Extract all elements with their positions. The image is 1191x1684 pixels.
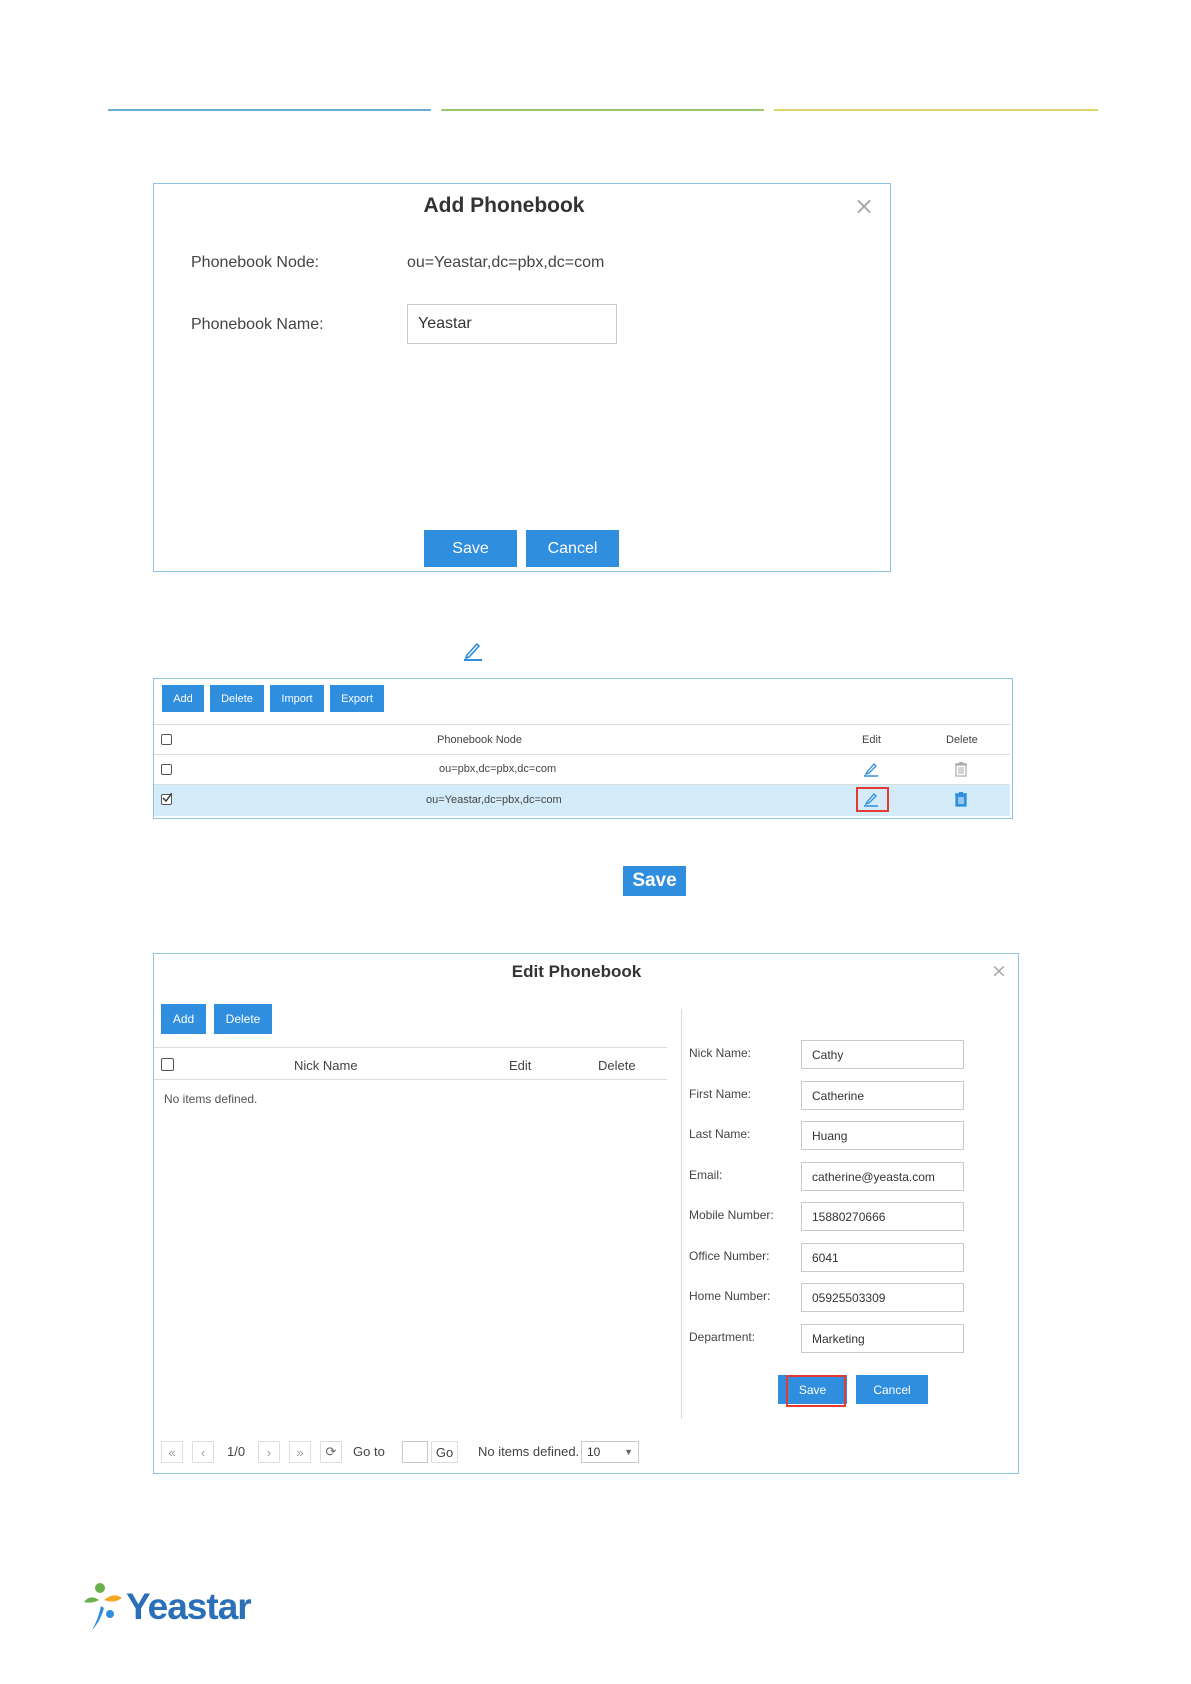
phonebook-node-cell: ou=pbx,dc=pbx,dc=com xyxy=(439,763,557,775)
pane-divider xyxy=(681,1009,682,1419)
delete-button[interactable]: Delete xyxy=(210,685,264,712)
header-divider xyxy=(154,724,1010,725)
first-page-icon[interactable]: « xyxy=(161,1441,183,1463)
page-size-select[interactable]: 10 ▼ xyxy=(581,1441,639,1463)
field-value: catherine@yeasta.com xyxy=(812,1169,935,1184)
brand-name: Yeastar xyxy=(126,1586,252,1627)
header-line-yellow xyxy=(774,109,1098,111)
column-header-edit: Edit xyxy=(862,734,881,746)
page-size-value: 10 xyxy=(587,1445,601,1459)
cancel-button[interactable]: Cancel xyxy=(526,530,619,567)
field-label: First Name: xyxy=(689,1087,752,1101)
list-header-bottom-divider xyxy=(154,1079,667,1080)
import-button[interactable]: Import xyxy=(270,685,324,712)
field-value: Catherine xyxy=(812,1088,865,1103)
save-button[interactable]: Save xyxy=(424,530,517,567)
field-label: Nick Name: xyxy=(689,1046,752,1060)
edit-icon[interactable] xyxy=(863,761,879,777)
phonebook-node-cell: ou=Yeastar,dc=pbx,dc=com xyxy=(426,794,562,806)
refresh-icon[interactable]: ⟳ xyxy=(320,1441,342,1463)
field-input[interactable]: 15880270666 xyxy=(801,1202,964,1231)
page-indicator: 1/0 xyxy=(227,1444,246,1459)
prev-page-icon[interactable]: ‹ xyxy=(192,1441,214,1463)
column-header-nick: Nick Name xyxy=(294,1058,358,1073)
header-line-green xyxy=(441,109,764,111)
phonebook-node-value: ou=Yeastar,dc=pbx,dc=com xyxy=(407,254,605,271)
field-value: Marketing xyxy=(812,1331,865,1346)
select-all-checkbox[interactable] xyxy=(161,734,172,745)
field-label: Home Number: xyxy=(689,1289,771,1303)
close-icon[interactable]: × xyxy=(991,960,1007,982)
chevron-down-icon: ▼ xyxy=(624,1447,633,1457)
add-contact-button[interactable]: Add xyxy=(161,1004,206,1034)
field-value: Huang xyxy=(812,1128,848,1143)
field-label: Last Name: xyxy=(689,1127,751,1141)
goto-page-input[interactable] xyxy=(402,1441,428,1463)
row-checkbox-checked[interactable] xyxy=(161,793,172,805)
delete-contact-button[interactable]: Delete xyxy=(214,1004,272,1034)
next-page-icon[interactable]: › xyxy=(258,1441,280,1463)
edit-icon[interactable] xyxy=(863,791,879,807)
phonebook-name-value: Yeastar xyxy=(418,315,472,332)
field-value: 05925503309 xyxy=(812,1290,886,1305)
field-input[interactable]: Cathy xyxy=(801,1040,964,1069)
field-input[interactable]: 6041 xyxy=(801,1243,964,1272)
add-button[interactable]: Add xyxy=(162,685,204,712)
select-all-checkbox[interactable] xyxy=(161,1058,174,1071)
table-row-selected[interactable]: ou=Yeastar,dc=pbx,dc=com xyxy=(154,785,1010,816)
field-input[interactable]: Catherine xyxy=(801,1081,964,1110)
inline-save-button: Save xyxy=(623,866,686,896)
field-input[interactable]: 05925503309 xyxy=(801,1283,964,1312)
edit-pencil-icon xyxy=(462,641,484,661)
trash-icon[interactable] xyxy=(954,791,968,807)
trash-icon[interactable] xyxy=(954,761,968,777)
phonebook-name-label: Phonebook Name: xyxy=(191,316,324,333)
pager-status: No items defined. xyxy=(478,1444,580,1459)
add-phonebook-dialog: Add Phonebook × Phonebook Node: ou=Yeast… xyxy=(153,183,891,572)
field-label: Office Number: xyxy=(689,1249,770,1263)
header-line-blue xyxy=(108,109,431,111)
phonebook-list-panel: Add Delete Import Export Phonebook Node … xyxy=(153,678,1013,819)
list-header-top-divider xyxy=(154,1047,667,1048)
field-label: Email: xyxy=(689,1168,723,1182)
phonebook-name-input[interactable]: Yeastar xyxy=(407,304,617,344)
field-label: Department: xyxy=(689,1330,756,1344)
yeastar-logo: Yeastar xyxy=(80,1580,260,1636)
last-page-icon[interactable]: » xyxy=(289,1441,311,1463)
yeastar-logo-mark-icon xyxy=(84,1583,122,1630)
field-input[interactable]: catherine@yeasta.com xyxy=(801,1162,964,1191)
edit-phonebook-dialog: Edit Phonebook × Add Delete Nick Name Ed… xyxy=(153,953,1019,1474)
cancel-contact-button[interactable]: Cancel xyxy=(856,1375,928,1404)
go-button[interactable]: Go xyxy=(431,1441,458,1463)
save-highlight-box xyxy=(786,1375,846,1407)
goto-label: Go to xyxy=(353,1444,385,1459)
column-header-edit: Edit xyxy=(509,1058,532,1073)
dialog-title: Add Phonebook xyxy=(423,194,585,217)
column-header-delete: Delete xyxy=(598,1058,636,1073)
field-label: Mobile Number: xyxy=(689,1208,774,1222)
field-input[interactable]: Huang xyxy=(801,1121,964,1150)
row-checkbox[interactable] xyxy=(161,764,172,775)
field-value: 15880270666 xyxy=(812,1209,886,1224)
table-row[interactable]: ou=pbx,dc=pbx,dc=com xyxy=(154,755,1010,784)
empty-list-text: No items defined. xyxy=(164,1092,258,1106)
close-icon[interactable]: × xyxy=(854,192,874,220)
field-input[interactable]: Marketing xyxy=(801,1324,964,1353)
dialog-title: Edit Phonebook xyxy=(511,962,642,981)
column-header-node: Phonebook Node xyxy=(437,734,523,746)
column-header-delete: Delete xyxy=(946,734,978,746)
field-value: 6041 xyxy=(812,1250,839,1265)
field-value: Cathy xyxy=(812,1047,844,1062)
export-button[interactable]: Export xyxy=(330,685,384,712)
phonebook-node-label: Phonebook Node: xyxy=(191,254,320,271)
